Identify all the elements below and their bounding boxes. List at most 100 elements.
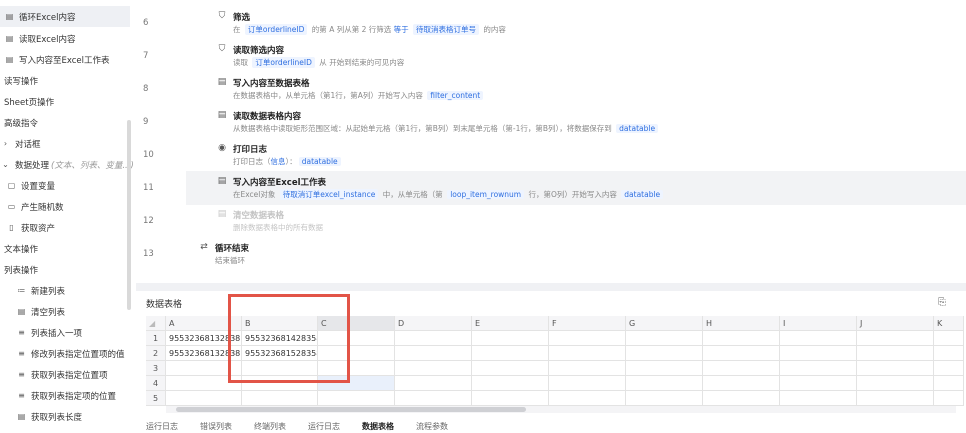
grid-cell[interactable] bbox=[703, 376, 780, 391]
grid-cell[interactable] bbox=[934, 331, 964, 346]
grid-cell[interactable] bbox=[626, 346, 703, 361]
grid-cell[interactable] bbox=[780, 361, 857, 376]
panel-splitter[interactable] bbox=[136, 283, 966, 291]
grid-cell[interactable] bbox=[780, 331, 857, 346]
grid-cell[interactable] bbox=[318, 391, 395, 406]
grid-cell[interactable] bbox=[242, 391, 318, 406]
sidebar-item[interactable]: ▤ 获取列表长度 bbox=[0, 406, 82, 427]
flow-step[interactable]: 13 ⇄ 循环结束 结束循环 bbox=[136, 240, 926, 272]
grid-cell[interactable] bbox=[857, 346, 934, 361]
column-header[interactable]: H bbox=[703, 316, 780, 331]
sidebar-item-label: Sheet页操作 bbox=[4, 97, 55, 108]
export-icon[interactable]: ⎘ bbox=[938, 297, 946, 308]
grid-cell[interactable] bbox=[472, 346, 549, 361]
grid-cell[interactable] bbox=[934, 376, 964, 391]
grid-cell[interactable] bbox=[395, 376, 472, 391]
flow-step[interactable]: 7 ⛉ 读取筛选内容 读取 订单orderlineID 从 开始到结束的可见内容 bbox=[136, 42, 926, 74]
grid-cell[interactable] bbox=[472, 331, 549, 346]
tab-1[interactable]: 错误列表 bbox=[200, 422, 232, 431]
column-header[interactable]: I bbox=[780, 316, 857, 331]
column-header[interactable]: D bbox=[395, 316, 472, 331]
grid-cell[interactable] bbox=[857, 391, 934, 406]
grid-cell[interactable] bbox=[549, 376, 626, 391]
step-description: 在数据表格中，从单元格（第1行，第A列）开始写入内容 filter_conten… bbox=[233, 90, 485, 101]
sidebar-item[interactable]: ≔ 新建列表 bbox=[0, 280, 66, 301]
grid-cell[interactable] bbox=[857, 331, 934, 346]
tab-3[interactable]: 运行日志 bbox=[308, 422, 340, 431]
sidebar-item[interactable]: ⌄ 数据处理 (文本、列表、变量...) bbox=[0, 154, 134, 175]
grid-cell[interactable] bbox=[703, 361, 780, 376]
sidebar-item[interactable]: ≡ 列表插入一项 bbox=[0, 322, 82, 343]
grid-cell[interactable] bbox=[857, 361, 934, 376]
grid-cell[interactable] bbox=[934, 361, 964, 376]
column-header[interactable]: J bbox=[857, 316, 934, 331]
grid-cell[interactable] bbox=[549, 331, 626, 346]
grid-cell[interactable] bbox=[395, 331, 472, 346]
list-get-icon: ≡ bbox=[18, 370, 25, 379]
sidebar-item[interactable]: ≡ 获取列表指定位置项 bbox=[0, 364, 107, 385]
grid-cell[interactable] bbox=[472, 391, 549, 406]
grid-cell[interactable] bbox=[934, 346, 964, 361]
sidebar-item[interactable]: 文本操作 bbox=[0, 238, 38, 259]
grid-cell[interactable] bbox=[626, 376, 703, 391]
row-header[interactable]: 3 bbox=[146, 361, 166, 376]
flow-step[interactable]: 10 ◉ 打印日志 打印日志（信息）： datatable bbox=[136, 141, 926, 173]
grid-cell[interactable] bbox=[472, 361, 549, 376]
sidebar-item[interactable]: ▯ 获取资产 bbox=[0, 217, 55, 238]
sidebar-item[interactable]: ▤ 循环Excel内容 bbox=[0, 6, 130, 27]
grid-scrollbar[interactable] bbox=[176, 407, 526, 412]
sidebar-item[interactable]: ▤ 清空列表 bbox=[0, 301, 65, 322]
sidebar-item[interactable]: ≡ 修改列表指定位置项的值 bbox=[0, 343, 124, 364]
flow-step[interactable]: 8 ▤ 写入内容至数据表格 在数据表格中，从单元格（第1行，第A列）开始写入内容 fi… bbox=[136, 75, 926, 107]
sidebar-scrollbar[interactable] bbox=[127, 120, 131, 310]
grid-cell[interactable] bbox=[472, 376, 549, 391]
sidebar-item[interactable]: ▤ 写入内容至Excel工作表 bbox=[0, 49, 110, 70]
grid-cell[interactable] bbox=[780, 346, 857, 361]
sidebar-item[interactable]: 列表操作 bbox=[0, 259, 38, 280]
grid-cell[interactable] bbox=[626, 391, 703, 406]
grid-cell[interactable] bbox=[626, 331, 703, 346]
column-header[interactable]: E bbox=[472, 316, 549, 331]
row-header[interactable]: 1 bbox=[146, 331, 166, 346]
sidebar-item[interactable]: ▢ 设置变量 bbox=[0, 175, 55, 196]
flow-step[interactable]: 9 ▤ 读取数据表格内容 从数据表格中读取矩形范围区域：从起始单元格（第1行，第B列）… bbox=[136, 108, 926, 140]
grid-cell[interactable] bbox=[549, 361, 626, 376]
grid-cell[interactable] bbox=[395, 391, 472, 406]
tab-0[interactable]: 运行日志 bbox=[146, 422, 178, 431]
grid-cell[interactable] bbox=[780, 376, 857, 391]
flow-step[interactable]: 6 ⛉ 筛选在 订单orderlineID 的第 A 列从第 2 行筛选 等于 待取… bbox=[136, 9, 926, 41]
grid-cell[interactable] bbox=[395, 361, 472, 376]
sidebar-item[interactable]: › 对话框 bbox=[0, 133, 41, 154]
grid-cell[interactable] bbox=[549, 346, 626, 361]
sidebar-item[interactable]: 读写操作 bbox=[0, 70, 38, 91]
flow-step[interactable]: 11 ▤ 写入内容至Excel工作表 在Excel对象 待取消订单excel_inst… bbox=[136, 174, 926, 206]
grid-cell[interactable] bbox=[626, 361, 703, 376]
grid-cell[interactable] bbox=[703, 346, 780, 361]
column-header[interactable]: F bbox=[549, 316, 626, 331]
grid-cell[interactable] bbox=[857, 376, 934, 391]
row-header[interactable]: 4 bbox=[146, 376, 166, 391]
column-header[interactable]: G bbox=[626, 316, 703, 331]
tab-2[interactable]: 终端列表 bbox=[254, 422, 286, 431]
grid-cell[interactable] bbox=[703, 331, 780, 346]
sidebar-item[interactable]: ▤ 读取Excel内容 bbox=[0, 28, 76, 49]
grid-corner[interactable]: ◢ bbox=[146, 316, 166, 331]
tab-4[interactable]: 数据表格 bbox=[362, 422, 394, 431]
grid-cell[interactable] bbox=[780, 391, 857, 406]
desc-text: 从数据表格中读取矩形范围区域：从起始单元格（第1行，第B列）到末尾单元格（第-1… bbox=[233, 124, 615, 133]
sidebar-item[interactable]: Sheet页操作 bbox=[0, 91, 54, 112]
grid-cell[interactable] bbox=[395, 346, 472, 361]
row-header[interactable]: 2 bbox=[146, 346, 166, 361]
grid-cell[interactable] bbox=[166, 391, 242, 406]
flow-step[interactable]: 12 ▤ 清空数据表格 删除数据表格中的所有数据 bbox=[136, 207, 926, 239]
sidebar-item[interactable]: ▭ 产生随机数 bbox=[0, 196, 64, 217]
loop-end-icon: ⇄ bbox=[200, 242, 208, 252]
grid-cell[interactable] bbox=[549, 391, 626, 406]
sidebar-item[interactable]: ≡ 获取列表指定项的位置 bbox=[0, 385, 116, 406]
tab-5[interactable]: 流程参数 bbox=[416, 422, 448, 431]
sidebar-item[interactable]: 高级指令 bbox=[0, 112, 38, 133]
row-header[interactable]: 5 bbox=[146, 391, 166, 406]
column-header[interactable]: K bbox=[934, 316, 964, 331]
grid-cell[interactable] bbox=[934, 391, 964, 406]
grid-cell[interactable] bbox=[703, 391, 780, 406]
